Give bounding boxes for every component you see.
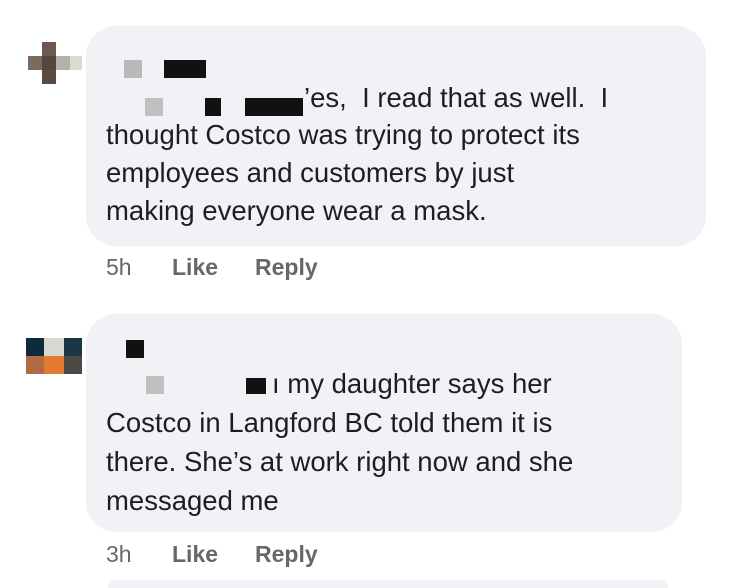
comment-text-line-4: messaged me: [106, 485, 279, 516]
comment-text-line-2: Costco in Langford BC told them it is: [106, 407, 553, 438]
comment-text-line-1: ı my daughter says her: [272, 368, 552, 399]
comment-timestamp[interactable]: 5h: [106, 254, 132, 281]
avatar[interactable]: [26, 338, 86, 378]
like-button[interactable]: Like: [172, 254, 218, 281]
comment-text-line-4: making everyone wear a mask.: [106, 195, 487, 226]
comment-timestamp[interactable]: 3h: [106, 541, 132, 568]
redacted-author-name[interactable]: [126, 340, 148, 358]
comment-text-line-1: ’es, I read that as well. I: [304, 82, 609, 113]
redacted-mention[interactable]: [146, 376, 276, 394]
avatar[interactable]: [22, 38, 86, 102]
comment-meta: 3h Like Reply: [106, 541, 406, 569]
redacted-mention[interactable]: [145, 98, 305, 116]
reply-button[interactable]: Reply: [255, 254, 318, 281]
redacted-author-name[interactable]: [124, 60, 206, 78]
comment-text-line-3: there. She’s at work right now and she: [106, 446, 574, 477]
comment-text-line-3: employees and customers by just: [106, 157, 515, 188]
like-button[interactable]: Like: [172, 541, 218, 568]
comment-text-line-2: thought Costco was trying to protect its: [106, 119, 580, 150]
comment-meta: 5h Like Reply: [106, 254, 406, 282]
reply-button[interactable]: Reply: [255, 541, 318, 568]
